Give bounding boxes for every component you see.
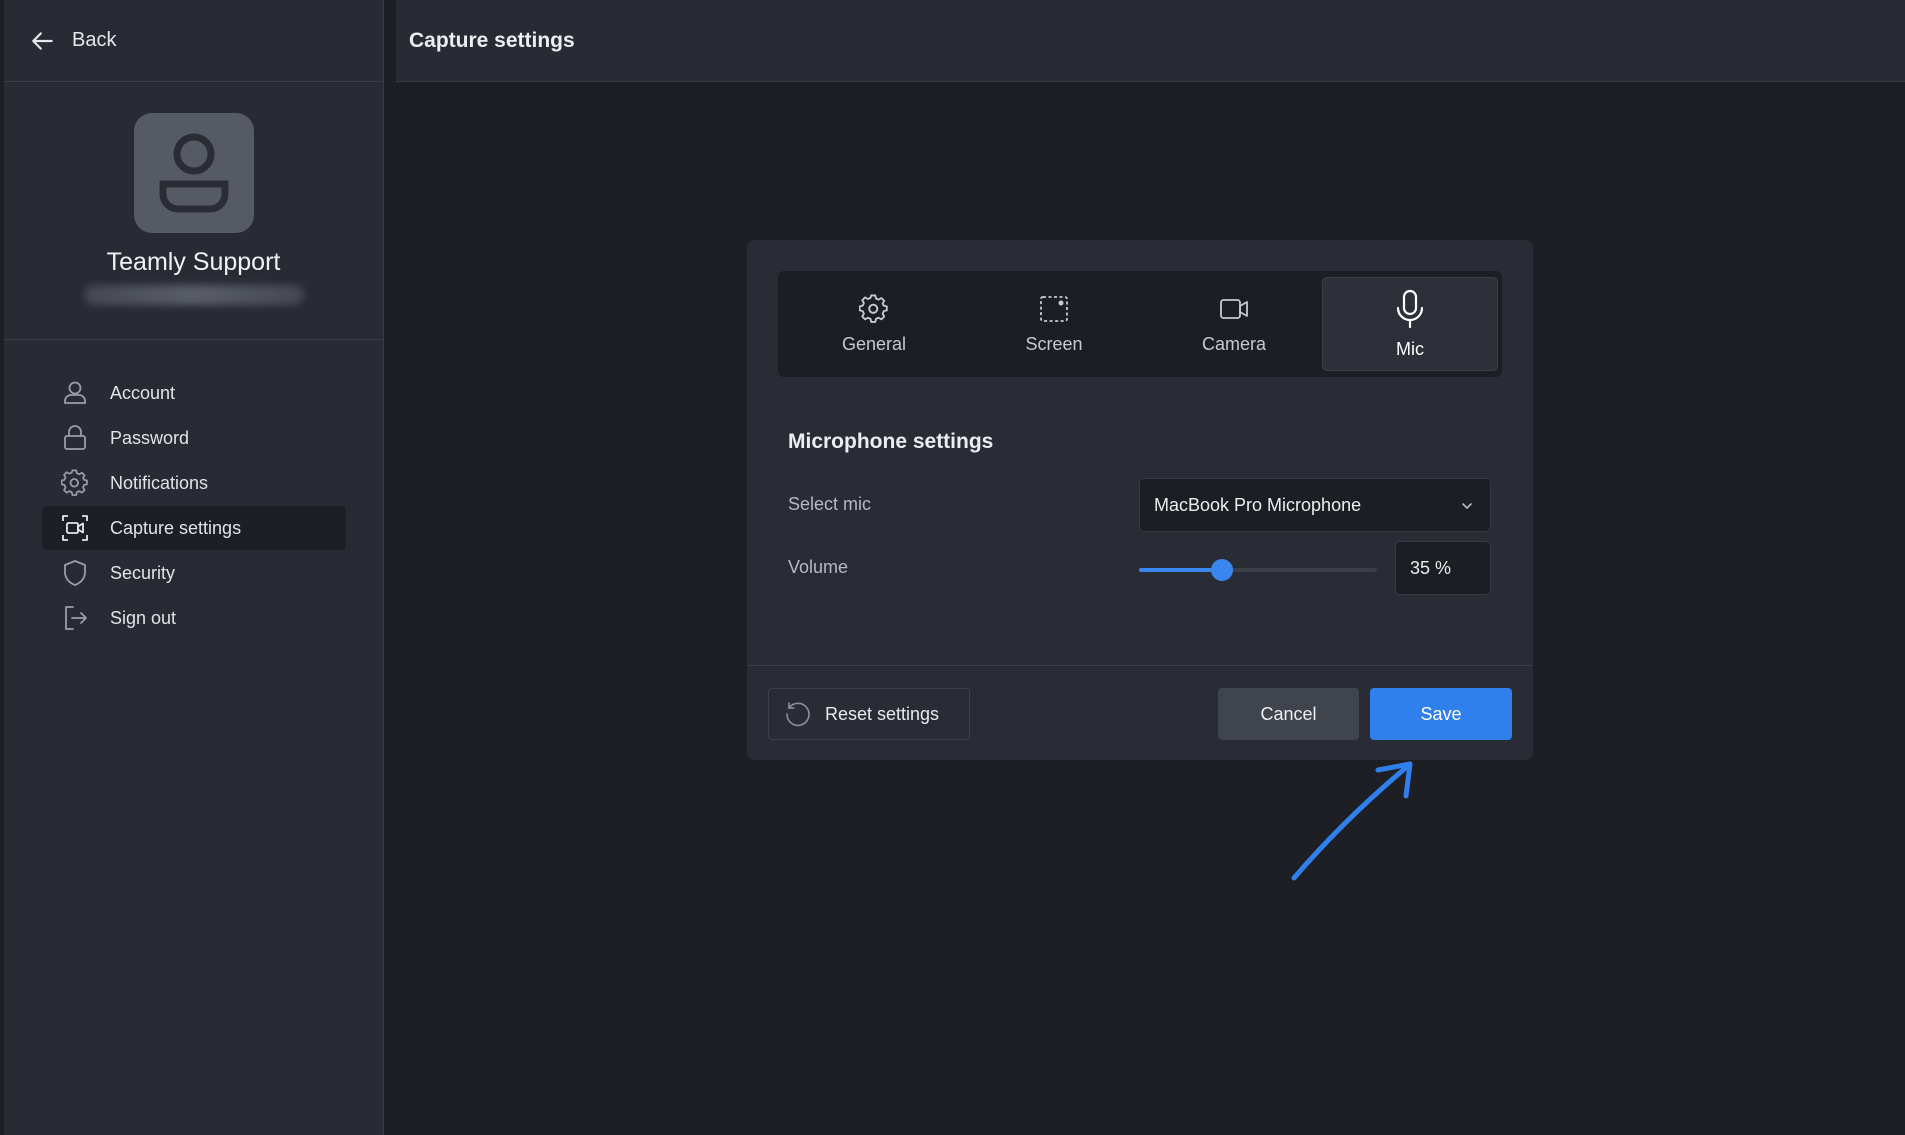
- volume-value-field[interactable]: 35 %: [1395, 541, 1491, 595]
- select-mic-label: Select mic: [788, 494, 872, 514]
- sidebar-item-label: Sign out: [110, 607, 177, 628]
- avatar[interactable]: [133, 113, 254, 233]
- capture-tabs: General Screen Camera Mic: [778, 271, 1502, 377]
- volume-slider[interactable]: [1139, 558, 1377, 582]
- microphone-icon: [1396, 289, 1424, 328]
- dialog-divider: [747, 665, 1533, 666]
- sidebar-item-label: Password: [110, 427, 190, 448]
- chevron-down-icon: [1462, 503, 1472, 509]
- sign-out-icon: [61, 604, 89, 632]
- profile-email-redacted: [83, 285, 304, 305]
- tab-mic[interactable]: Mic: [1322, 277, 1498, 371]
- gear-icon: [859, 294, 888, 323]
- volume-slider-fill: [1139, 568, 1223, 572]
- user-icon: [61, 379, 89, 407]
- settings-nav: Account Password Notifications Capture s…: [4, 340, 383, 640]
- back-button[interactable]: Back: [4, 0, 383, 82]
- main-header: Capture settings: [396, 0, 1905, 82]
- tab-screen[interactable]: Screen: [966, 277, 1142, 371]
- tab-label: Screen: [1025, 333, 1083, 354]
- reset-settings-label: Reset settings: [825, 703, 940, 724]
- sidebar-item-label: Account: [110, 382, 176, 403]
- camera-icon: [1220, 298, 1248, 319]
- tab-label: Mic: [1396, 338, 1424, 359]
- sidebar-item-label: Capture settings: [110, 517, 242, 538]
- user-icon: [159, 133, 228, 213]
- sidebar-item-label: Notifications: [110, 472, 209, 493]
- page-title: Capture settings: [409, 28, 575, 52]
- profile-name: Teamly Support: [106, 248, 281, 276]
- mic-select[interactable]: MacBook Pro Microphone: [1139, 478, 1491, 532]
- volume-slider-thumb[interactable]: [1211, 559, 1234, 581]
- reset-settings-button[interactable]: Reset settings: [768, 688, 970, 740]
- sidebar-item-label: Security: [110, 562, 176, 583]
- volume-label: Volume: [788, 557, 849, 577]
- sidebar-item-account[interactable]: Account: [42, 371, 346, 415]
- sidebar-item-password[interactable]: Password: [42, 416, 346, 460]
- save-button[interactable]: Save: [1370, 688, 1512, 740]
- capture-icon: [61, 514, 89, 542]
- gear-icon: [61, 469, 89, 497]
- sidebar-item-capture-settings[interactable]: Capture settings: [42, 506, 346, 550]
- capture-settings-dialog: General Screen Camera Mic Microphone set…: [747, 240, 1533, 760]
- tab-label: General: [841, 333, 907, 354]
- sidebar-item-notifications[interactable]: Notifications: [42, 461, 346, 505]
- reset-icon: [786, 702, 810, 727]
- profile-card: Teamly Support: [4, 82, 383, 340]
- lock-icon: [61, 424, 89, 452]
- tab-general[interactable]: General: [786, 277, 962, 371]
- sidebar-item-security[interactable]: Security: [42, 551, 346, 595]
- shield-icon: [61, 559, 89, 587]
- tab-label: Camera: [1201, 333, 1267, 354]
- sidebar: Back Teamly Support Account Password Not…: [4, 0, 384, 1135]
- annotation-arrow-icon: [1291, 761, 1413, 881]
- arrow-left-icon: [32, 31, 53, 50]
- tab-camera[interactable]: Camera: [1146, 277, 1322, 371]
- back-label: Back: [72, 29, 117, 51]
- sidebar-item-sign-out[interactable]: Sign out: [42, 596, 346, 640]
- section-title: Microphone settings: [788, 430, 994, 453]
- screen-capture-icon: [1040, 295, 1068, 322]
- cancel-button[interactable]: Cancel: [1218, 688, 1359, 740]
- mic-select-value: MacBook Pro Microphone: [1154, 494, 1362, 515]
